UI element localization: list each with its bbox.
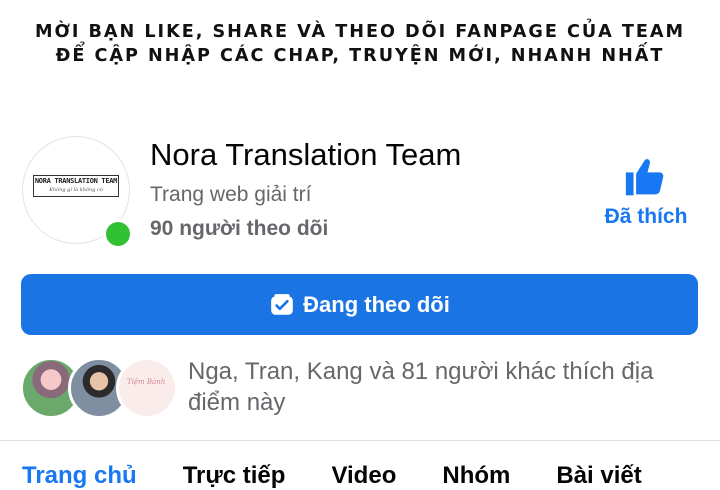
friend-avatar: Tiệm Bánh [116, 357, 178, 419]
friend-avatar-text: Tiệm Bánh [127, 378, 166, 386]
logo-box: NORA TRANSLATION TEAM Không gì là không … [33, 175, 119, 197]
following-label: Đang theo dõi [303, 291, 450, 317]
online-status-dot [103, 219, 133, 249]
page-title[interactable]: Nora Translation Team [150, 137, 461, 173]
page-category: Trang web giải trí [150, 183, 312, 206]
tab-live[interactable]: Trực tiếp [183, 462, 286, 490]
promo-line-2: ĐỂ CẬP NHẬP CÁC CHAP, TRUYỆN MỚI, NHANH … [55, 45, 665, 66]
promo-banner: MỜI BẠN LIKE, SHARE VÀ THEO DÕI FANPAGE … [7, 20, 713, 68]
logo-subtitle: Không gì là không có [49, 187, 103, 193]
following-inbox-icon [269, 292, 295, 318]
friend-avatars[interactable]: Tiệm Bánh [20, 357, 178, 419]
friends-like-text[interactable]: Nga, Tran, Kang và 81 người khác thích đ… [188, 356, 708, 418]
page-tabs: Trang chủ Trực tiếp Video Nhóm Bài viết [22, 462, 688, 490]
liked-label: Đã thích [604, 205, 688, 228]
tab-video[interactable]: Video [331, 462, 396, 490]
promo-line-1: MỜI BẠN LIKE, SHARE VÀ THEO DÕI FANPAGE … [34, 21, 686, 42]
tab-posts[interactable]: Bài viết [556, 462, 641, 490]
page-avatar[interactable]: NORA TRANSLATION TEAM Không gì là không … [22, 136, 133, 249]
thumbs-up-icon [625, 159, 664, 196]
tab-groups[interactable]: Nhóm [442, 462, 510, 490]
following-button[interactable]: Đang theo dõi [21, 274, 698, 335]
liked-button[interactable]: Đã thích [596, 155, 696, 229]
follower-count[interactable]: 90 người theo dõi [150, 217, 328, 241]
divider [0, 440, 720, 441]
tab-home[interactable]: Trang chủ [22, 462, 137, 490]
logo-title: NORA TRANSLATION TEAM [34, 177, 118, 185]
